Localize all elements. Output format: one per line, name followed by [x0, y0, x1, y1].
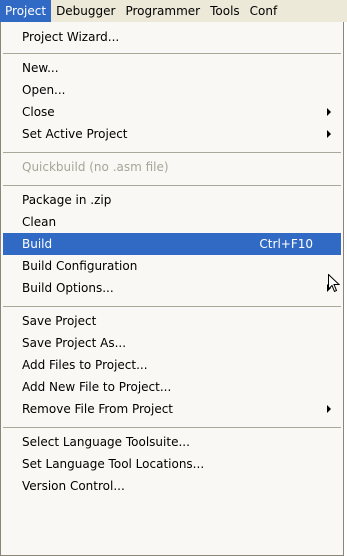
menu-item-build-configuration[interactable]: Build Configuration — [3, 255, 341, 277]
menu-item-clean[interactable]: Clean — [3, 211, 341, 233]
menu-item-quickbuild: Quickbuild (no .asm file) — [3, 156, 341, 178]
menu-item-select-language-toolsuite[interactable]: Select Language Toolsuite... — [3, 431, 341, 453]
menu-separator — [3, 306, 341, 307]
menu-item-save-project[interactable]: Save Project — [3, 310, 341, 332]
menu-item-set-active-project[interactable]: Set Active Project — [3, 123, 341, 145]
mouse-pointer-icon — [328, 274, 340, 293]
menu-item-add-files-to-project[interactable]: Add Files to Project... — [3, 354, 341, 376]
project-dropdown-menu: Project Wizard... New... Open... Close S… — [0, 22, 344, 556]
menu-item-label: Set Language Tool Locations... — [22, 457, 205, 471]
menu-item-label: New... — [22, 61, 59, 75]
menu-item-label: Quickbuild (no .asm file) — [22, 160, 169, 174]
menu-separator — [3, 185, 341, 186]
menu-separator — [3, 53, 341, 54]
menu-item-label: Open... — [22, 83, 66, 97]
menu-item-build-options[interactable]: Build Options... — [3, 277, 341, 299]
menu-item-label: Build Options... — [22, 281, 114, 295]
menu-item-project-wizard[interactable]: Project Wizard... — [3, 26, 341, 48]
menu-item-label: Close — [22, 105, 55, 119]
menu-item-package-in-zip[interactable]: Package in .zip — [3, 189, 341, 211]
menu-bar: Project Debugger Programmer Tools Conf — [0, 0, 347, 22]
menu-item-label: Set Active Project — [22, 127, 128, 141]
menu-separator — [3, 427, 341, 428]
menu-item-new[interactable]: New... — [3, 57, 341, 79]
menu-separator — [3, 152, 341, 153]
menu-item-label: Save Project — [22, 314, 97, 328]
menu-item-label: Save Project As... — [22, 336, 127, 350]
submenu-arrow-icon — [327, 405, 331, 413]
submenu-arrow-icon — [327, 130, 331, 138]
menu-item-label: Version Control... — [22, 479, 125, 493]
menubar-debugger[interactable]: Debugger — [51, 0, 120, 22]
menu-item-version-control[interactable]: Version Control... — [3, 475, 341, 497]
menu-item-label: Remove File From Project — [22, 402, 174, 416]
menu-item-save-project-as[interactable]: Save Project As... — [3, 332, 341, 354]
menu-item-open[interactable]: Open... — [3, 79, 341, 101]
menu-item-label: Project Wizard... — [22, 30, 120, 44]
menu-item-shortcut: Ctrl+F10 — [259, 237, 313, 251]
menubar-tools[interactable]: Tools — [205, 0, 245, 22]
menu-item-remove-file-from-project[interactable]: Remove File From Project — [3, 398, 341, 420]
menu-item-set-language-tool-locations[interactable]: Set Language Tool Locations... — [3, 453, 341, 475]
menubar-configure[interactable]: Conf — [245, 0, 283, 22]
menu-item-label: Build Configuration — [22, 259, 138, 273]
menu-item-label: Select Language Toolsuite... — [22, 435, 190, 449]
menu-item-label: Clean — [22, 215, 57, 229]
menubar-project[interactable]: Project — [0, 0, 52, 22]
menu-item-label: Package in .zip — [22, 193, 112, 207]
menu-item-label: Add Files to Project... — [22, 358, 148, 372]
submenu-arrow-icon — [327, 108, 331, 116]
menu-item-build[interactable]: Build Ctrl+F10 — [3, 233, 341, 255]
menu-item-add-new-file-to-project[interactable]: Add New File to Project... — [3, 376, 341, 398]
menu-item-close[interactable]: Close — [3, 101, 341, 123]
menu-item-label: Build — [22, 237, 53, 251]
menubar-programmer[interactable]: Programmer — [120, 0, 205, 22]
menu-item-label: Add New File to Project... — [22, 380, 172, 394]
